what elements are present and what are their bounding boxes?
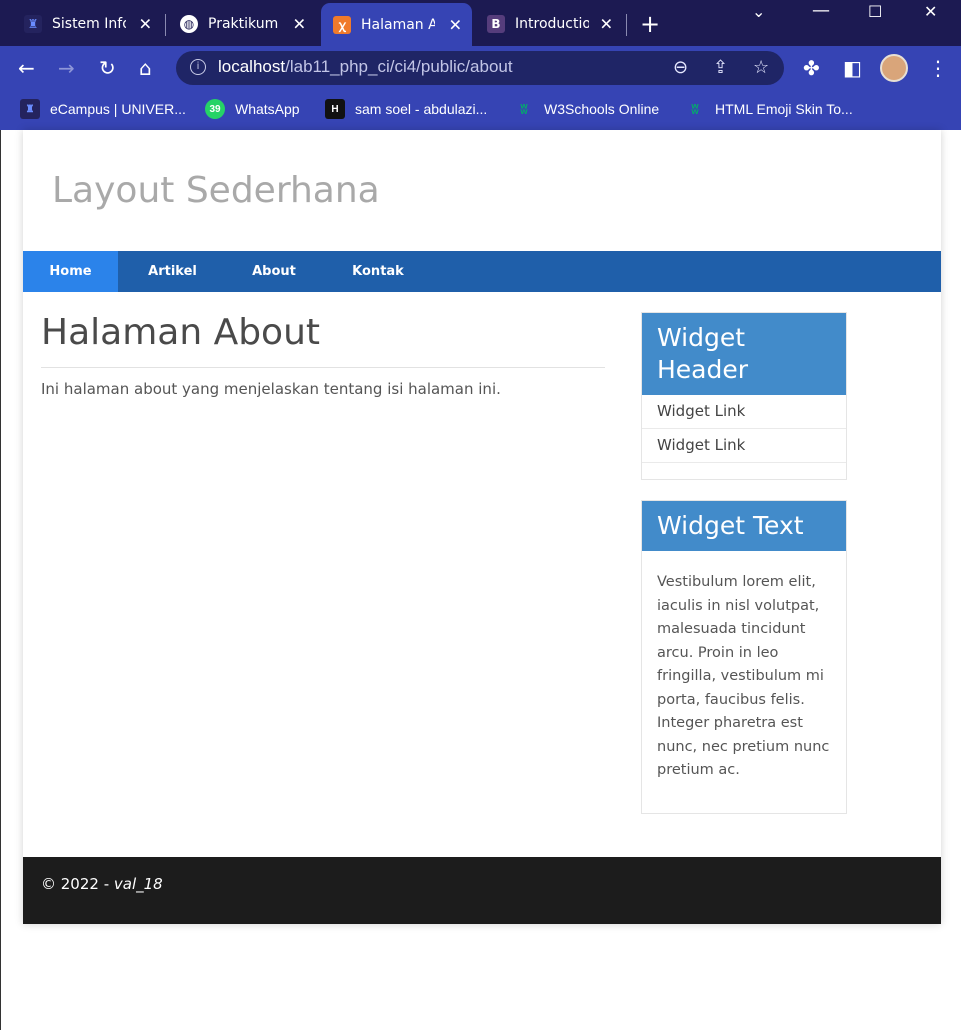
nav-kontak[interactable]: Kontak [323,251,433,292]
university-logo-icon: ♜ [20,99,40,119]
window-close-icon[interactable]: ✕ [924,2,937,21]
bookmark-html-emoji[interactable]: ʬ HTML Emoji Skin To... [685,98,852,120]
maximize-icon[interactable]: ☐ [868,2,882,21]
site-footer: © 2022 - val_18 [23,857,941,924]
tab-title: Sistem Informasi [52,16,126,32]
bookmark-whatsapp[interactable]: 39 WhatsApp [205,98,300,120]
zoom-out-icon[interactable]: ⊖ [673,57,688,78]
main-nav: Home Artikel About Kontak [23,251,941,292]
widget-text: Widget Text Vestibulum lorem elit, iacul… [641,500,847,814]
close-icon[interactable]: ✕ [449,15,462,34]
tab-praktikum[interactable]: ◍ Praktikum Web ✕ [168,6,316,42]
sidebar: Widget Header Widget Link Widget Link Wi… [641,312,847,834]
widget-link[interactable]: Widget Link [642,429,846,463]
widget-link[interactable]: Widget Link [642,395,846,429]
minimize-icon[interactable]: — [812,0,830,21]
nav-artikel[interactable]: Artikel [120,251,225,292]
university-logo-icon: ♜ [24,15,42,33]
site-container: Layout Sederhana Home Artikel About Kont… [23,130,941,924]
forward-arrow-icon[interactable]: → [58,56,75,80]
new-tab-button[interactable]: + [640,10,660,38]
nav-about[interactable]: About [225,251,323,292]
widget-header: Widget Text [642,501,846,551]
widget-body-text: Vestibulum lorem elit, iaculis in nisl v… [657,574,830,778]
tab-sistem-informasi[interactable]: ♜ Sistem Informasi ✕ [12,6,162,42]
widget-header: Widget Header [642,313,846,395]
widget-link-list: Widget Link Widget Link [642,395,846,479]
close-icon[interactable]: ✕ [139,15,152,34]
whatsapp-icon: 39 [205,99,225,119]
footer-copyright: © 2022 - val_18 [41,875,163,893]
browser-tab-strip: ♜ Sistem Informasi ✕ ◍ Praktikum Web ✕ ꭓ… [0,0,961,46]
profile-avatar[interactable] [880,54,908,82]
bookmarks-bar: ♜ eCampus | UNIVER... 39 WhatsApp H sam … [0,90,961,130]
w3schools-icon: ʬ [520,101,528,117]
bookmark-star-icon[interactable]: ☆ [753,57,769,78]
share-icon[interactable]: ⇪ [713,57,728,78]
tab-title: Introduction [515,16,589,32]
extensions-puzzle-icon[interactable]: ✤ [803,56,820,80]
bookmark-w3schools[interactable]: ʬ W3Schools Online [514,98,659,120]
hashnode-icon: H [325,99,345,119]
tab-halaman-about[interactable]: ꭓ Halaman About ✕ [321,3,472,46]
footer-author: val_18 [113,875,163,893]
bookmark-sam-soel[interactable]: H sam soel - abdulazi... [325,98,487,120]
widget-links: Widget Header Widget Link Widget Link [641,312,847,480]
tab-title: Halaman About [361,16,435,33]
globe-icon: ◍ [180,15,198,33]
browser-toolbar: ← → ↻ ⌂ i localhost/lab11_php_ci/ci4/pub… [0,46,961,90]
page-viewport: Layout Sederhana Home Artikel About Kont… [0,130,961,1030]
chevron-down-icon[interactable]: ⌄ [752,2,765,21]
close-icon[interactable]: ✕ [293,15,306,34]
xampp-icon: ꭓ [333,15,351,34]
menu-kebab-icon[interactable]: ⋮ [928,56,948,80]
page-description: Ini halaman about yang menjelaskan tenta… [41,380,501,398]
tab-introduction[interactable]: B Introduction ✕ [475,6,623,42]
reload-icon[interactable]: ↻ [99,56,116,80]
main-content: Halaman About Ini halaman about yang men… [41,312,605,398]
bootstrap-icon: B [487,15,505,33]
site-info-icon[interactable]: i [190,59,206,75]
home-icon[interactable]: ⌂ [139,56,152,80]
site-title: Layout Sederhana [52,170,380,211]
tab-separator [165,14,166,36]
back-arrow-icon[interactable]: ← [18,56,35,80]
w3schools-icon: ʬ [691,101,699,117]
tab-title: Praktikum Web [208,16,282,32]
close-icon[interactable]: ✕ [600,15,613,34]
url-text[interactable]: localhost/lab11_php_ci/ci4/public/about [218,57,513,77]
bookmark-ecampus[interactable]: ♜ eCampus | UNIVER... [20,98,186,120]
page-heading: Halaman About [41,312,605,368]
site-header: Layout Sederhana [23,130,941,251]
nav-home[interactable]: Home [23,251,118,292]
side-panel-icon[interactable]: ◧ [843,56,862,80]
tab-separator [626,14,627,36]
address-bar[interactable]: i localhost/lab11_php_ci/ci4/public/abou… [176,51,784,85]
